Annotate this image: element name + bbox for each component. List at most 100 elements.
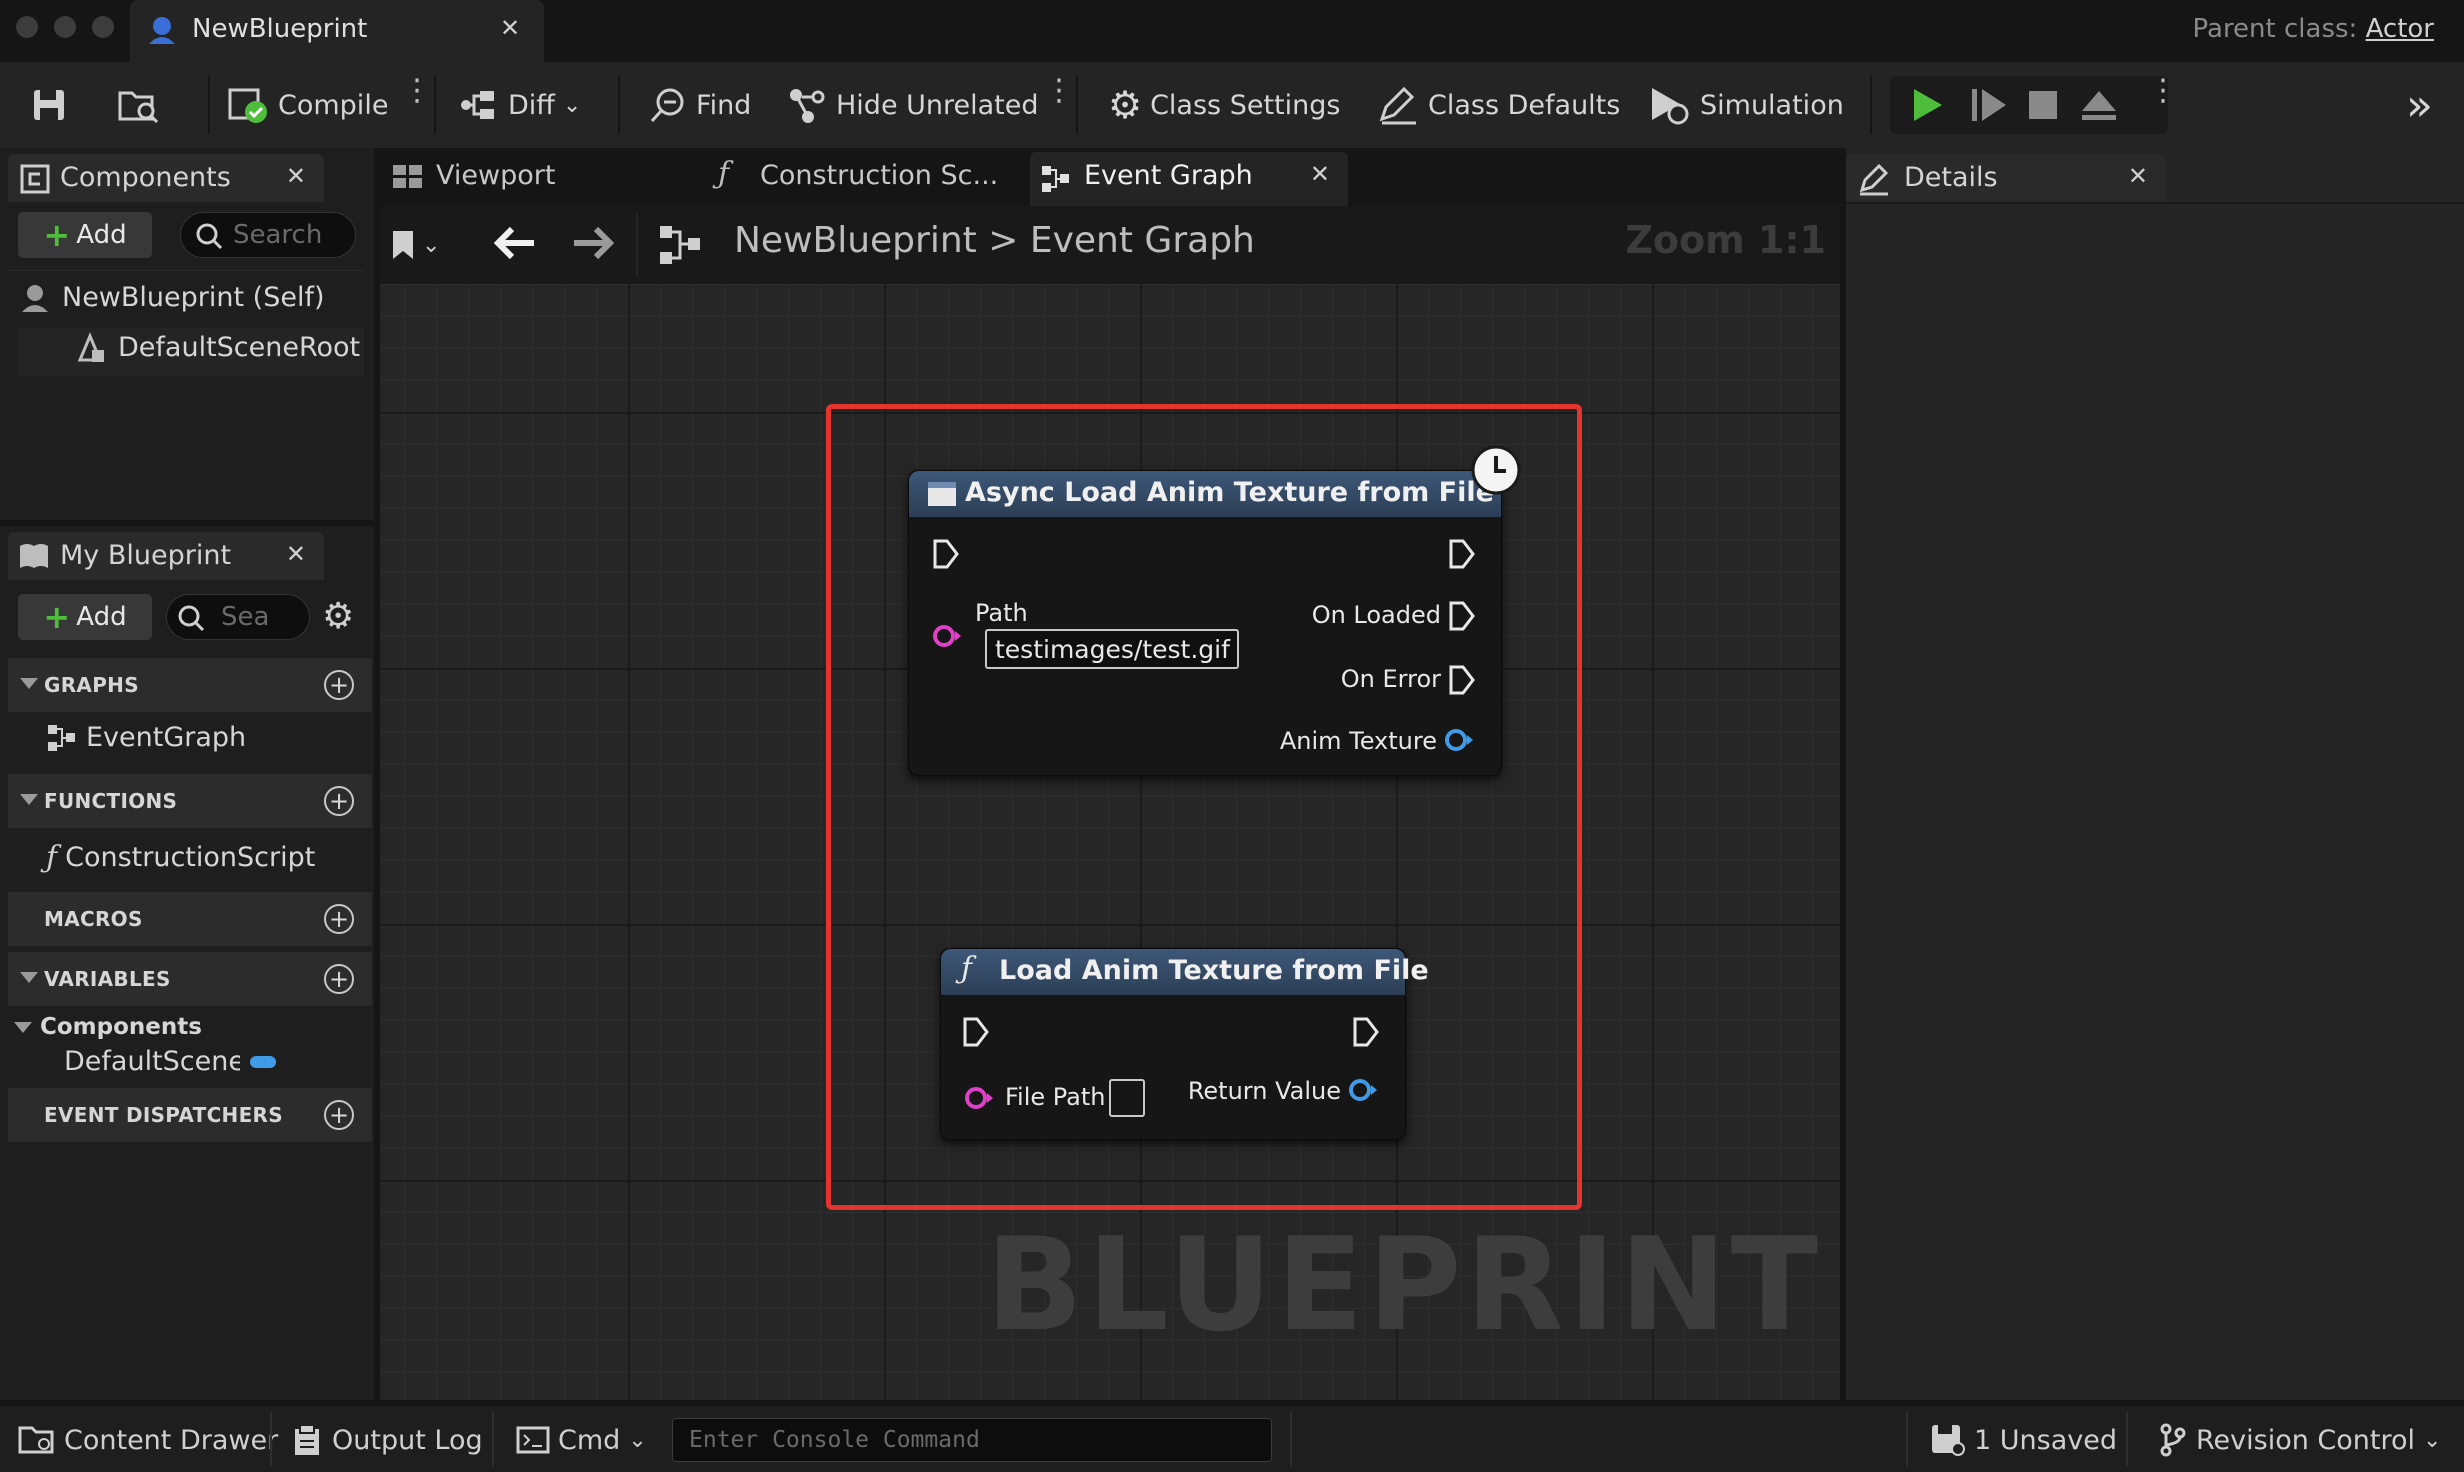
parent-class-link[interactable]: Actor — [2366, 14, 2434, 44]
diff-label: Diff — [508, 89, 555, 121]
find-label: Find — [696, 89, 752, 121]
tree-item-defaultsceneroot[interactable]: DefaultSceneRoot — [74, 330, 360, 364]
document-tab[interactable]: NewBlueprint ✕ — [130, 0, 544, 62]
breadcrumb-root[interactable]: NewBlueprint — [734, 220, 977, 261]
function-icon: ƒ — [718, 156, 730, 191]
find-options-icon[interactable]: ⋮ — [1044, 76, 1074, 106]
path-input[interactable]: testimages/test.gif — [985, 629, 1239, 669]
diff-button[interactable]: Diff ⌄ — [458, 82, 581, 128]
tree-item-self[interactable]: NewBlueprint (Self) — [18, 280, 325, 314]
event-graph-icon — [48, 724, 75, 751]
function-item-constructionscript[interactable]: ƒ ConstructionScript — [46, 840, 315, 875]
tab-construction-script[interactable]: ƒ Construction Sc... — [708, 152, 1026, 202]
close-window-button[interactable] — [16, 16, 38, 38]
tree-item-label: NewBlueprint (Self) — [62, 281, 325, 313]
variable-item-defaultsceneroot[interactable]: DefaultSceneF — [64, 1046, 276, 1077]
tab-event-graph[interactable]: Event Graph ✕ — [1030, 152, 1348, 206]
section-label: MACROS — [44, 907, 143, 931]
object-pin-icon[interactable] — [1443, 727, 1475, 753]
save-button[interactable] — [30, 82, 68, 128]
components-search-input[interactable]: Search — [180, 212, 356, 258]
class-settings-button[interactable]: ⚙ Class Settings — [1108, 82, 1340, 128]
class-defaults-button[interactable]: Class Defaults — [1378, 82, 1620, 128]
load-anim-texture-node[interactable]: ƒ Load Anim Texture from File File Path … — [940, 948, 1429, 1140]
content-drawer-button[interactable]: Content Drawer — [18, 1420, 278, 1460]
console-command-input[interactable]: Enter Console Command — [672, 1418, 1272, 1462]
close-tab-icon[interactable]: ✕ — [1310, 160, 1330, 188]
on-loaded-exec-pin-icon[interactable] — [1449, 601, 1475, 631]
graph-item-eventgraph[interactable]: EventGraph — [46, 722, 246, 753]
output-log-button[interactable]: Output Log — [292, 1420, 483, 1460]
close-tab-icon[interactable]: ✕ — [286, 162, 306, 190]
content-drawer-label: Content Drawer — [64, 1424, 279, 1456]
function-item-label: ConstructionScript — [65, 842, 316, 873]
back-button[interactable] — [493, 226, 536, 264]
close-tab-icon[interactable]: ✕ — [500, 14, 520, 42]
arrow-left-icon — [493, 226, 534, 260]
eject-button[interactable] — [2080, 82, 2118, 128]
play-options-icon[interactable]: ⋮ — [2148, 76, 2178, 106]
details-tab[interactable]: Details ✕ — [1846, 154, 2166, 202]
section-functions[interactable]: FUNCTIONS + — [8, 774, 372, 828]
cmd-dropdown[interactable]: Cmd ⌄ — [516, 1420, 647, 1460]
object-pin-icon[interactable] — [1347, 1077, 1379, 1103]
section-macros[interactable]: MACROS + — [8, 892, 372, 946]
section-variables[interactable]: VARIABLES + — [8, 952, 372, 1006]
bookmark-button[interactable]: ⌄ — [390, 218, 458, 272]
string-pin-icon[interactable] — [963, 1085, 995, 1111]
my-blueprint-search-input[interactable]: Sea — [166, 594, 310, 640]
add-event-dispatcher-icon[interactable]: + — [324, 1100, 354, 1130]
section-label: GRAPHS — [44, 673, 139, 697]
find-button[interactable]: Find — [648, 82, 751, 128]
exec-out-pin-icon[interactable] — [1353, 1017, 1379, 1047]
add-component-button[interactable]: + Add — [18, 212, 152, 258]
node-header: Async Load Anim Texture from File — [909, 471, 1501, 517]
hide-unrelated-button[interactable]: Hide Unrelated — [786, 82, 1039, 128]
close-tab-icon[interactable]: ✕ — [2128, 162, 2148, 190]
revision-control-button[interactable]: Revision Control ⌄ — [2158, 1420, 2441, 1460]
node-title: Load Anim Texture from File — [999, 955, 1429, 986]
section-event-dispatchers[interactable]: EVENT DISPATCHERS + — [8, 1088, 372, 1142]
exec-out-pin-icon[interactable] — [1449, 539, 1475, 569]
string-pin-icon[interactable] — [931, 623, 963, 649]
forward-button[interactable] — [572, 226, 615, 264]
stop-button[interactable] — [2026, 82, 2060, 128]
components-tab[interactable]: Components ✕ — [8, 154, 324, 202]
add-macro-icon[interactable]: + — [324, 904, 354, 934]
title-bar: NewBlueprint ✕ Parent class: Actor — [0, 0, 2464, 62]
variable-item-label: DefaultSceneF — [64, 1046, 240, 1077]
on-error-exec-pin-icon[interactable] — [1449, 665, 1475, 695]
return-value-pin-label: Return Value — [1187, 1077, 1341, 1105]
play-button[interactable] — [1910, 82, 1946, 128]
simulation-button[interactable]: Simulation — [1648, 82, 1844, 128]
hide-unrelated-label: Hide Unrelated — [836, 89, 1039, 121]
close-tab-icon[interactable]: ✕ — [286, 540, 306, 568]
file-path-input[interactable] — [1109, 1079, 1145, 1117]
parent-class: Parent class: Actor — [2193, 14, 2435, 44]
main-toolbar: Compile ⋮ Diff ⌄ Find Hide Unrelated ⋮ ⚙… — [0, 62, 2464, 148]
frame-skip-button[interactable] — [1968, 82, 2008, 128]
exec-in-pin-icon[interactable] — [963, 1017, 989, 1047]
tab-viewport[interactable]: Viewport — [384, 152, 702, 202]
search-icon — [178, 605, 205, 632]
minimize-window-button[interactable] — [54, 16, 76, 38]
actor-icon — [22, 285, 48, 312]
add-variable-icon[interactable]: + — [324, 964, 354, 994]
gear-icon[interactable]: ⚙ — [322, 596, 354, 637]
browse-button[interactable] — [116, 82, 160, 128]
exec-in-pin-icon[interactable] — [933, 539, 959, 569]
expand-toolbar-icon[interactable]: » — [2406, 80, 2433, 131]
compile-button[interactable]: Compile — [226, 82, 388, 128]
chevron-down-icon: ⌄ — [422, 232, 441, 258]
unsaved-button[interactable]: 1 Unsaved — [1930, 1420, 2117, 1460]
compile-options-icon[interactable]: ⋮ — [402, 76, 432, 106]
variable-category-components[interactable]: Components — [14, 1014, 202, 1040]
my-blueprint-tab[interactable]: My Blueprint ✕ — [8, 532, 324, 580]
section-graphs[interactable]: GRAPHS + — [8, 658, 372, 712]
add-function-icon[interactable]: + — [324, 786, 354, 816]
add-graph-icon[interactable]: + — [324, 670, 354, 700]
arrow-right-icon — [574, 226, 615, 260]
async-load-anim-texture-node[interactable]: Async Load Anim Texture from File Path t… — [908, 470, 1502, 776]
add-member-button[interactable]: + Add — [18, 594, 152, 640]
maximize-window-button[interactable] — [92, 16, 114, 38]
